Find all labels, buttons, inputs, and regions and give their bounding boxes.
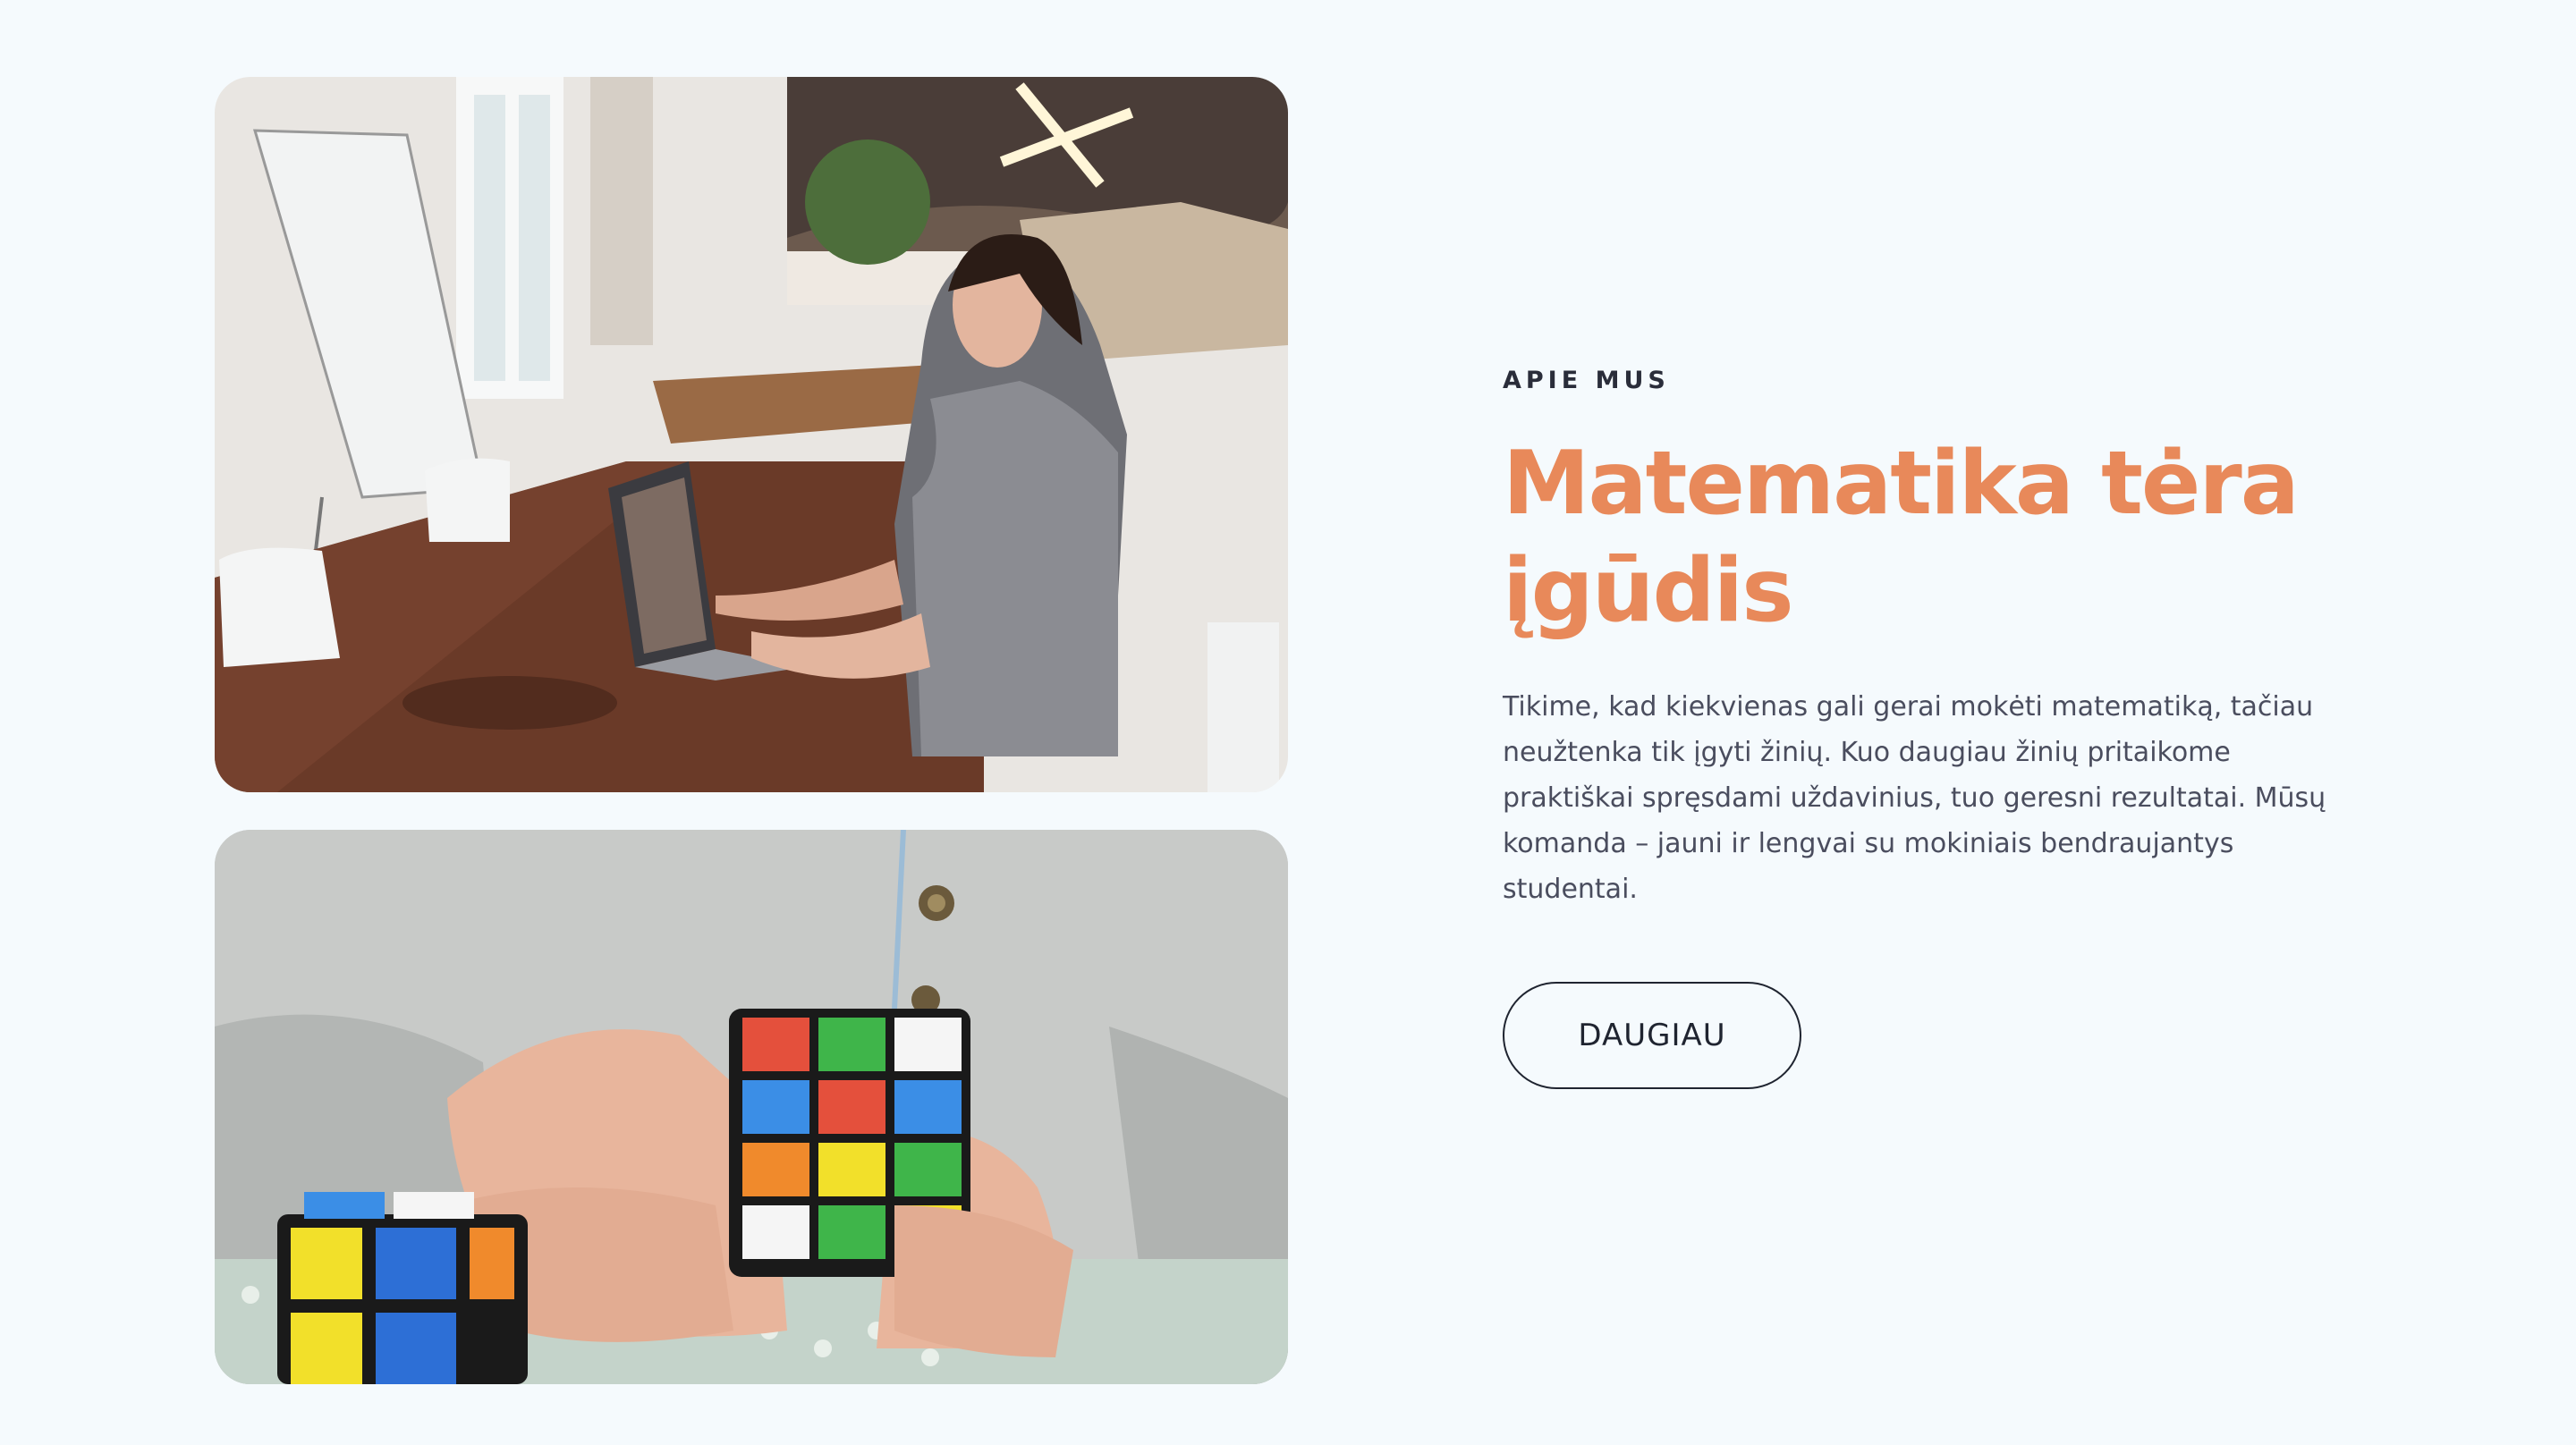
section-description: Tikime, kad kiekvienas gali gerai mokėti…	[1503, 691, 2326, 905]
section-eyebrow: APIE MUS	[1503, 367, 1670, 394]
more-button[interactable]: DAUGIAU	[1503, 982, 1801, 1089]
woman-laptop-photo	[215, 77, 1288, 792]
section-title: Matematika tėra įgūdis	[1503, 433, 2300, 642]
about-section: APIE MUS Matematika tėra įgūdis Tikime, …	[1503, 367, 2379, 1089]
rubiks-cube-photo	[215, 830, 1288, 1384]
